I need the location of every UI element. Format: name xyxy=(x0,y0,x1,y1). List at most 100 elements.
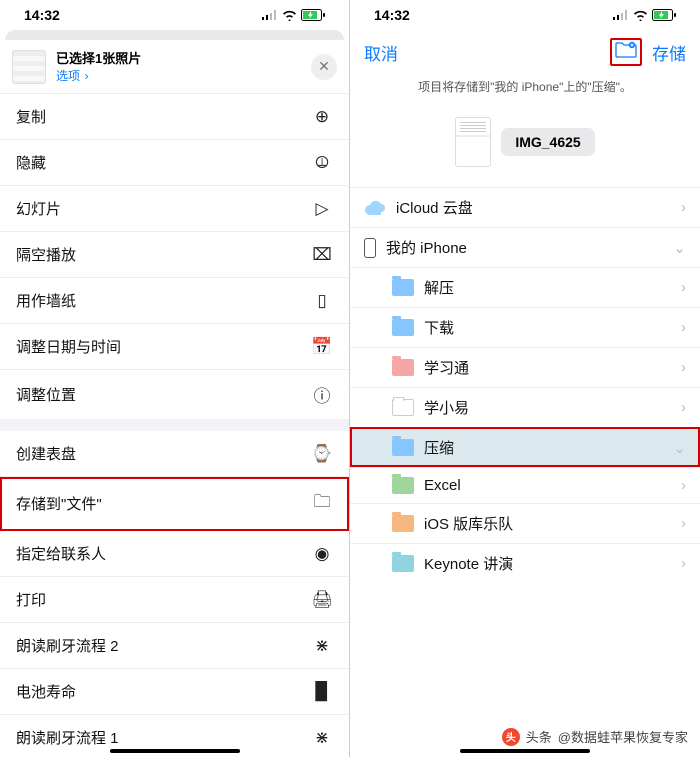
action-label: 隐藏 xyxy=(16,152,46,173)
chevron-right-icon: › xyxy=(681,515,686,532)
action-label: 幻灯片 xyxy=(16,198,61,219)
save-to-files-screen: 14:32 取消 存储 项目将存储到"我的 iPhone"上的"压缩"。 IMG… xyxy=(350,0,700,757)
action-row[interactable]: 调整日期与时间📅 xyxy=(0,324,349,370)
cancel-button[interactable]: 取消 xyxy=(364,40,398,65)
action-label: 调整日期与时间 xyxy=(16,336,121,357)
folder-row[interactable]: 下载› xyxy=(350,307,700,347)
action-row[interactable]: 朗读刷牙流程 2 ⋇ xyxy=(0,623,349,669)
battery-charging-icon xyxy=(301,9,325,21)
action-label: 朗读刷牙流程 1 xyxy=(16,727,119,748)
folder-icon xyxy=(392,515,414,532)
save-button[interactable]: 存储 xyxy=(652,40,686,65)
watermark-label: 头条 xyxy=(526,727,552,746)
home-indicator[interactable] xyxy=(460,749,590,753)
cloud-icon xyxy=(364,200,386,216)
action-row[interactable]: 创建表盘⌚ xyxy=(0,431,349,477)
status-icons xyxy=(262,9,325,21)
sheet-grabber-area xyxy=(5,30,344,40)
action-label: 隔空播放 xyxy=(16,244,76,265)
action-label: 存储到"文件" xyxy=(16,493,102,514)
file-name-field[interactable]: IMG_4625 xyxy=(501,128,594,156)
folder-label: 解压 xyxy=(424,277,454,298)
chevron-down-icon: ⌄ xyxy=(673,239,686,257)
action-row[interactable]: 隐藏⦹ xyxy=(0,140,349,186)
new-folder-icon xyxy=(615,41,637,58)
action-row[interactable]: 复制⊕ xyxy=(0,94,349,140)
action-row[interactable]: 调整位置 ⓘ xyxy=(0,370,349,419)
folder-icon xyxy=(392,439,414,456)
close-button[interactable]: ✕ xyxy=(311,54,337,80)
status-icons xyxy=(613,9,676,21)
status-bar-left: 14:32 xyxy=(0,0,349,30)
my-iphone-row[interactable]: 我的 iPhone ⌄ xyxy=(350,227,700,267)
action-icon: ⋇ xyxy=(311,636,333,656)
folders-container: 解压›下载›学习通›学小易›压缩⌄Excel›iOS 版库乐队›Keynote … xyxy=(350,267,700,583)
status-bar-right: 14:32 xyxy=(350,0,700,30)
folder-row[interactable]: Excel › xyxy=(350,467,700,503)
folder-label: Keynote 讲演 xyxy=(424,553,513,574)
folder-row[interactable]: 学习通› xyxy=(350,347,700,387)
photo-thumbnail xyxy=(12,50,46,84)
action-row[interactable]: 用作墙纸 ▯ xyxy=(0,278,349,324)
folder-label: 下载 xyxy=(424,317,454,338)
action-label: 用作墙纸 xyxy=(16,290,76,311)
folder-icon xyxy=(392,399,414,416)
close-icon: ✕ xyxy=(318,58,330,75)
folder-row[interactable]: 压缩⌄ xyxy=(350,427,700,467)
action-icon: 🗀 xyxy=(311,489,333,518)
action-row[interactable]: 幻灯片▷ xyxy=(0,186,349,232)
file-thumbnail xyxy=(455,117,491,167)
action-icon: ▯ xyxy=(311,291,333,311)
icloud-label: iCloud 云盘 xyxy=(396,197,473,218)
folder-icon xyxy=(392,319,414,336)
folder-label: 压缩 xyxy=(424,437,454,458)
status-time: 14:32 xyxy=(24,7,60,23)
action-row[interactable]: 指定给联系人◉ xyxy=(0,531,349,577)
chevron-right-icon: › xyxy=(681,199,686,216)
home-indicator[interactable] xyxy=(110,749,240,753)
share-sheet-screen: 14:32 已选择1张照片 选项 › ✕ 复制⊕隐藏⦹幻灯片▷ 隔空播放 ⌧ 用作墙纸… xyxy=(0,0,350,757)
action-icon: ⋇ xyxy=(311,728,333,748)
my-iphone-label: 我的 iPhone xyxy=(386,237,467,258)
share-actions-scroll[interactable]: 复制⊕隐藏⦹幻灯片▷隔空播放⌧用作墙纸▯调整日期与时间📅调整位置ⓘ 创建表盘⌚存… xyxy=(0,94,349,757)
chevron-right-icon: › xyxy=(84,69,88,83)
folder-label: 学小易 xyxy=(424,397,469,418)
action-icon: ⊕ xyxy=(311,107,333,127)
folder-row[interactable]: 学小易 › xyxy=(350,387,700,427)
folder-label: Excel xyxy=(424,477,461,494)
share-header: 已选择1张照片 选项 › ✕ xyxy=(0,40,349,94)
file-preview: IMG_4625 xyxy=(350,99,700,187)
action-icon: ⌧ xyxy=(311,245,333,265)
action-row[interactable]: 存储到"文件" 🗀 xyxy=(0,477,349,531)
action-group-2: 创建表盘⌚存储到"文件"🗀指定给联系人◉打印🖨朗读刷牙流程 2⋇电池寿命▉朗读刷… xyxy=(0,431,349,757)
action-icon: ⓘ xyxy=(311,382,333,407)
action-row[interactable]: 隔空播放 ⌧ xyxy=(0,232,349,278)
chevron-right-icon: › xyxy=(681,477,686,494)
location-list: iCloud 云盘 › 我的 iPhone ⌄ 解压›下载›学习通›学小易›压缩… xyxy=(350,187,700,583)
options-link[interactable]: 选项 › xyxy=(56,67,141,85)
action-row[interactable]: 打印🖨 xyxy=(0,577,349,623)
action-row[interactable]: 电池寿命▉ xyxy=(0,669,349,715)
folder-row[interactable]: iOS 版库乐队 › xyxy=(350,503,700,543)
folder-icon xyxy=(392,279,414,296)
chevron-right-icon: › xyxy=(681,279,686,296)
icloud-drive-row[interactable]: iCloud 云盘 › xyxy=(350,187,700,227)
action-icon: ◉ xyxy=(311,544,333,564)
new-folder-button[interactable] xyxy=(610,38,642,66)
chevron-right-icon: › xyxy=(681,399,686,416)
folder-label: iOS 版库乐队 xyxy=(424,513,513,534)
chevron-right-icon: › xyxy=(681,555,686,572)
save-description: 项目将存储到"我的 iPhone"上的"压缩"。 xyxy=(350,74,700,99)
folder-row[interactable]: 解压 › xyxy=(350,267,700,307)
folder-row[interactable]: Keynote 讲演 › xyxy=(350,543,700,583)
folder-icon xyxy=(392,359,414,376)
action-label: 打印 xyxy=(16,589,46,610)
folder-icon xyxy=(392,555,414,572)
battery-charging-icon xyxy=(652,9,676,21)
folder-icon xyxy=(392,477,414,494)
action-label: 朗读刷牙流程 2 xyxy=(16,635,119,656)
watermark-badge: 头 xyxy=(502,728,520,746)
action-label: 调整位置 xyxy=(16,384,76,405)
action-label: 电池寿命 xyxy=(16,681,76,702)
share-title: 已选择1张照片 xyxy=(56,48,141,67)
